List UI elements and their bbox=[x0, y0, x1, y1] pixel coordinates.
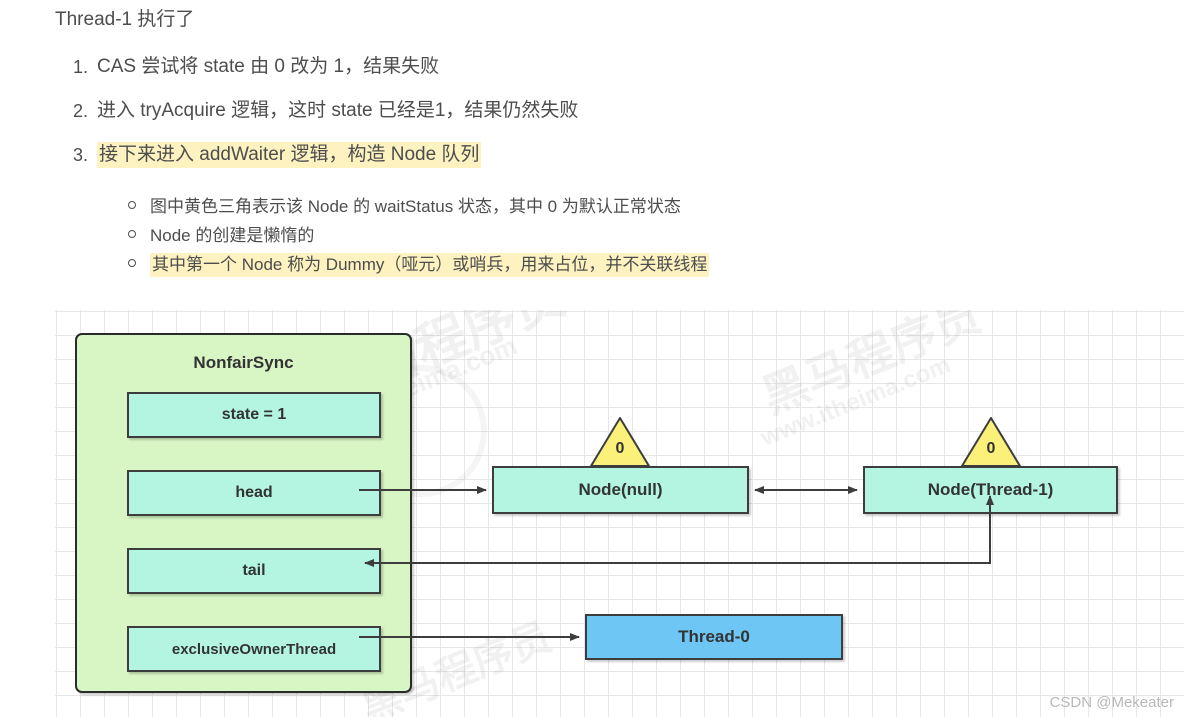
field-tail: tail bbox=[127, 548, 381, 594]
page-title: Thread-1 执行了 bbox=[55, 9, 195, 30]
bullet-circle-icon bbox=[128, 259, 136, 267]
list-item-text: 进入 tryAcquire 逻辑，这时 state 已经是1，结果仍然失败 bbox=[97, 100, 579, 121]
aqs-diagram: 黑马程序员 www.itheima.com 黑马程序员 www.itheima.… bbox=[55, 310, 1184, 717]
node-box-thread1-label: Node(Thread-1) bbox=[927, 480, 1054, 499]
field-exclusive-owner-thread: exclusiveOwnerThread bbox=[127, 626, 381, 672]
field-exclusive-owner-thread-label: exclusiveOwnerThread bbox=[171, 640, 337, 658]
node-box-dummy: Node(null) bbox=[492, 466, 749, 514]
node-box-thread1: Node(Thread-1) bbox=[863, 466, 1118, 514]
list-item-text: 图中黄色三角表示该 Node 的 waitStatus 状态，其中 0 为默认正… bbox=[150, 197, 681, 216]
watermark-url: www.itheima.com bbox=[757, 351, 955, 452]
list-item: 其中第一个 Node 称为 Dummy（哑元）或哨兵，用来占位，并不关联线程 bbox=[120, 250, 1120, 279]
bullet-circle-icon bbox=[128, 230, 136, 238]
list-item: 图中黄色三角表示该 Node 的 waitStatus 状态，其中 0 为默认正… bbox=[120, 192, 1120, 221]
watermark-brand: 黑马程序员 bbox=[754, 310, 988, 423]
list-marker: 2. bbox=[73, 101, 89, 121]
list-item-text-highlighted: 其中第一个 Node 称为 Dummy（哑元）或哨兵，用来占位，并不关联线程 bbox=[150, 253, 710, 277]
list-marker: 3. bbox=[73, 145, 89, 165]
field-state: state = 1 bbox=[127, 392, 381, 438]
nonfairsync-box: NonfairSync state = 1 head tail exclusiv… bbox=[75, 333, 412, 693]
wait-status-value: 0 bbox=[986, 440, 996, 457]
owner-thread-box: Thread-0 bbox=[585, 614, 843, 660]
list-marker: 1. bbox=[73, 57, 89, 77]
csdn-credit: CSDN @Mekeater bbox=[1049, 694, 1174, 711]
wait-status-triangle-icon: 0 bbox=[960, 416, 1022, 468]
field-state-label: state = 1 bbox=[221, 406, 287, 423]
list-item: 1. CAS 尝试将 state 由 0 改为 1，结果失败 bbox=[55, 52, 1105, 82]
list-item: 2. 进入 tryAcquire 逻辑，这时 state 已经是1，结果仍然失败 bbox=[55, 96, 1105, 126]
wait-status-triangle-icon: 0 bbox=[589, 416, 651, 468]
nonfairsync-title: NonfairSync bbox=[193, 353, 294, 372]
field-head: head bbox=[127, 470, 381, 516]
node-box-dummy-label: Node(null) bbox=[578, 480, 663, 499]
list-item-text-highlighted: 接下来进入 addWaiter 逻辑，构造 Node 队列 bbox=[97, 142, 482, 168]
list-item: Node 的创建是懒惰的 bbox=[120, 221, 1120, 250]
wait-status-value: 0 bbox=[615, 440, 625, 457]
field-head-label: head bbox=[235, 484, 273, 501]
ordered-list: 1. CAS 尝试将 state 由 0 改为 1，结果失败 2. 进入 try… bbox=[55, 52, 1105, 184]
bullet-circle-icon bbox=[128, 201, 136, 209]
list-item-text: Node 的创建是懒惰的 bbox=[150, 226, 315, 245]
field-tail-label: tail bbox=[242, 562, 266, 579]
list-item: 3. 接下来进入 addWaiter 逻辑，构造 Node 队列 bbox=[55, 140, 1105, 170]
unordered-list: 图中黄色三角表示该 Node 的 waitStatus 状态，其中 0 为默认正… bbox=[120, 192, 1120, 279]
owner-thread-label: Thread-0 bbox=[678, 627, 750, 646]
list-item-text: CAS 尝试将 state 由 0 改为 1，结果失败 bbox=[97, 56, 440, 77]
